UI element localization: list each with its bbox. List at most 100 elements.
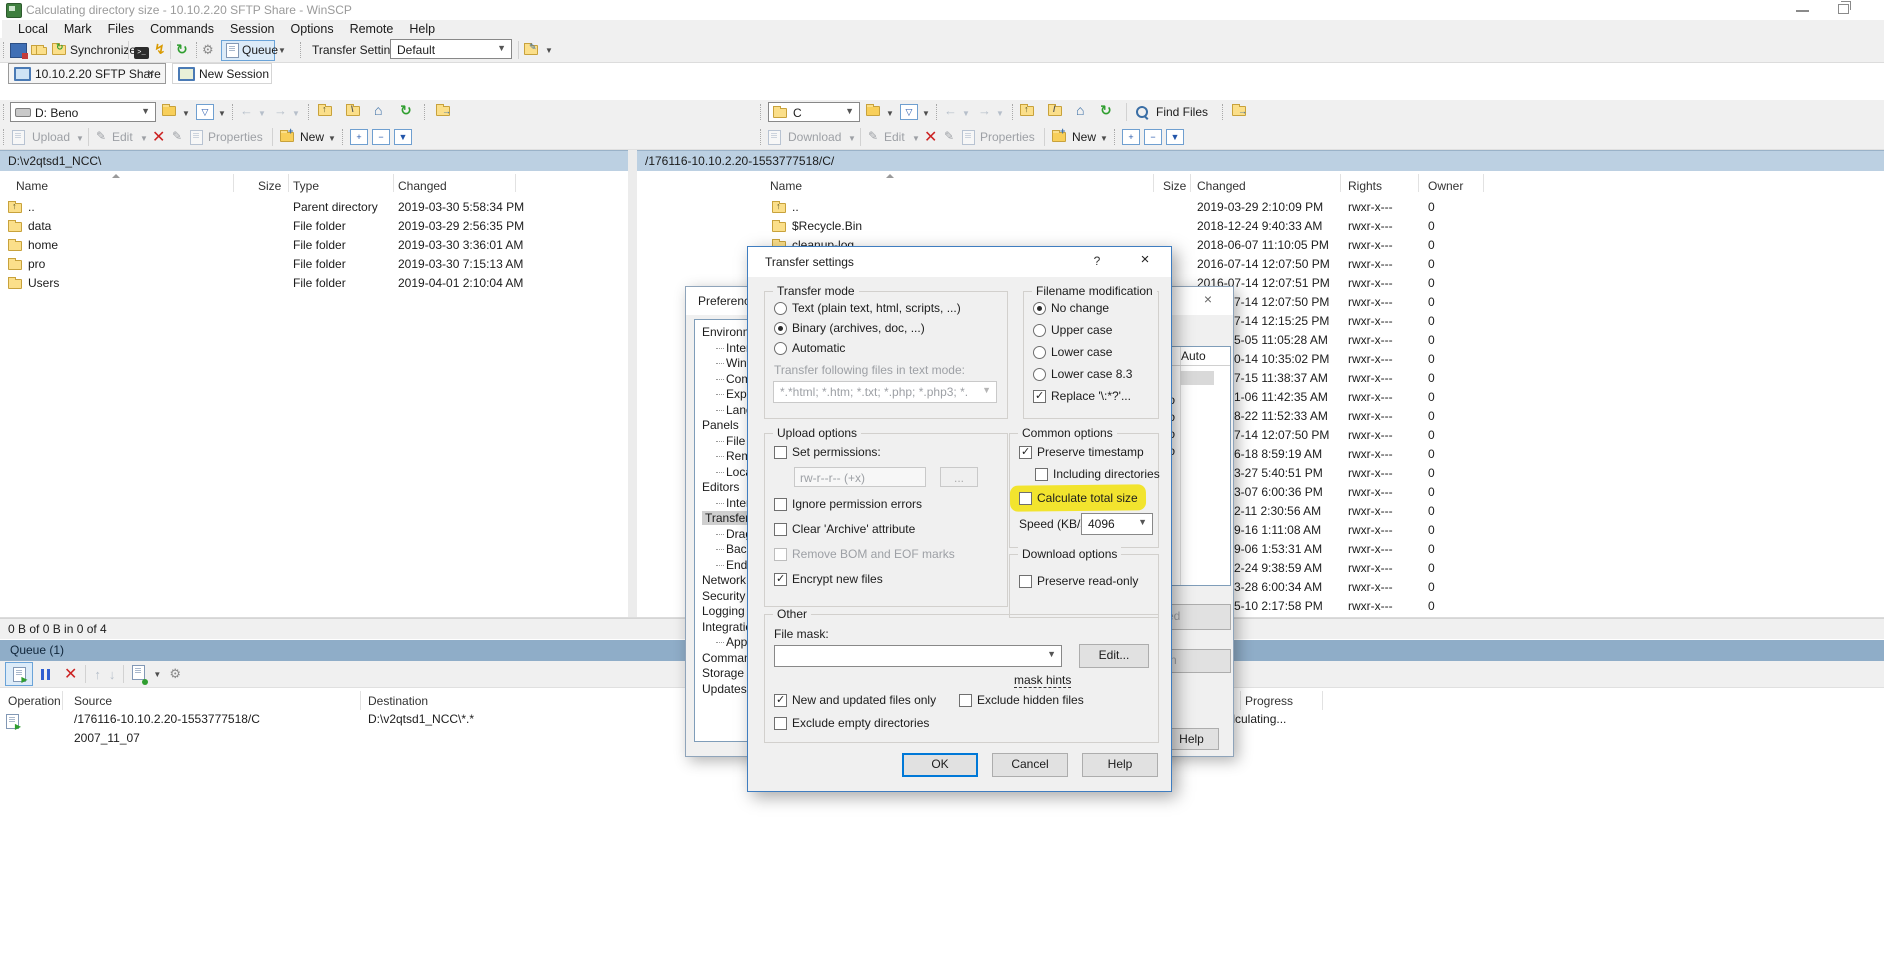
right-column-rights[interactable]: Rights [1348,179,1382,193]
preferences-tree-item-storage[interactable]: Storage [702,666,744,680]
edit-mask-button[interactable]: Edit... [1079,644,1149,668]
column-separator[interactable] [1418,174,1419,192]
table-row[interactable]: homeFile folder2019-03-30 3:36:01 AM [0,236,628,255]
queue-toggle-button[interactable]: Queue [221,40,275,61]
checkbox-preserve-timestamp[interactable]: Preserve timestamp [1019,445,1144,459]
tab-close-icon[interactable]: × [147,66,154,80]
checkbox-exclude-empty[interactable]: Exclude empty directories [774,716,929,730]
select-minus-icon[interactable]: − [372,129,390,145]
edit-button[interactable]: Edit [884,130,905,144]
queue-settings-gear-icon[interactable]: ⚙ [169,666,181,682]
filter-dropdown-icon[interactable]: ▼ [218,109,226,118]
new-button[interactable]: New [1072,130,1096,144]
column-separator[interactable] [1322,691,1323,710]
left-column-type[interactable]: Type [293,179,319,193]
queue-column-progress[interactable]: Progress [1245,694,1293,708]
checkbox-ignore-permission-errors[interactable]: Ignore permission errors [774,497,922,511]
table-row[interactable]: ..Parent directory2019-03-30 5:58:34 PM [0,198,628,217]
select-filter-icon[interactable]: ▼ [1166,129,1184,145]
toolbar-grip[interactable] [3,129,7,145]
left-column-size[interactable]: Size [258,179,281,193]
right-column-size[interactable]: Size [1163,179,1186,193]
select-minus-icon[interactable]: − [1144,129,1162,145]
toolbar-grip[interactable] [1114,129,1118,145]
preferences-tree-item-network[interactable]: Network [702,573,746,587]
menu-item-remote[interactable]: Remote [342,22,402,36]
back-dropdown-icon[interactable]: ▼ [258,109,266,118]
home-directory-icon[interactable]: ⌂ [374,102,382,118]
rename-icon[interactable]: ✎ [172,129,182,143]
edit-dropdown-icon[interactable]: ▼ [140,134,148,143]
preferences-close-icon[interactable]: × [1194,291,1222,311]
root-directory-icon[interactable]: \ [346,105,360,119]
rename-icon[interactable]: ✎ [944,129,954,143]
column-separator[interactable] [393,174,394,192]
restore-icon[interactable] [1838,4,1849,14]
download-dropdown-icon[interactable]: ▼ [848,134,856,143]
synchronize-icon[interactable]: ↻ [52,44,66,58]
radio-no-change[interactable]: No change [1033,301,1109,315]
right-path-bar[interactable]: /176116-10.10.2.20-1553777518/C/ [637,150,1884,171]
preset-selected-row[interactable] [1180,371,1214,385]
queue-cycle-icon[interactable] [132,665,145,683]
toolbar-grip[interactable] [3,104,7,120]
radio-lower-case-83[interactable]: Lower case 8.3 [1033,367,1132,381]
left-column-changed[interactable]: Changed [398,179,447,193]
left-drive-select[interactable]: D: Beno▼ [10,102,156,122]
right-column-owner[interactable]: Owner [1428,179,1463,193]
toolbar-grip[interactable] [300,42,304,58]
open-directory-dropdown-icon[interactable]: ▼ [182,109,190,118]
menu-item-files[interactable]: Files [100,22,142,36]
find-files-icon[interactable] [1136,106,1148,118]
column-separator[interactable] [1153,174,1154,192]
column-separator[interactable] [1190,174,1191,192]
copy-session-icon[interactable]: → [1232,105,1246,119]
left-column-name[interactable]: Name [16,179,48,193]
toolbar-grip[interactable] [196,42,200,58]
queue-row-source-line2[interactable]: 2007_11_07 [74,731,140,745]
command-lightning-icon[interactable]: ↯ [154,41,166,58]
select-plus-icon[interactable]: + [350,129,368,145]
open-directory-icon[interactable] [162,105,176,119]
preferences-help-button[interactable]: Help [1164,728,1219,750]
column-separator[interactable] [360,691,361,710]
checkbox-including-directories[interactable]: Including directories [1035,467,1160,481]
delete-icon[interactable]: ✕ [152,127,165,147]
filter-icon[interactable]: ▽ [196,104,214,120]
preferences-tree-item-security[interactable]: Security [702,589,745,603]
column-separator[interactable] [288,174,289,192]
edit-dropdown-icon[interactable]: ▼ [912,134,920,143]
forward-icon[interactable]: → [978,103,991,118]
gear-icon[interactable]: ⚙ [202,42,214,58]
back-icon[interactable]: ← [240,103,253,118]
preferences-tree-item-transfer[interactable]: Transfer [702,511,752,525]
properties-button[interactable]: Properties [980,130,1035,144]
properties-button[interactable]: Properties [208,130,263,144]
home-directory-icon[interactable]: ⌂ [1076,102,1084,118]
preferences-partial-control[interactable]: n [1163,649,1231,673]
refresh-panel-icon[interactable]: ↻ [400,102,412,119]
column-separator[interactable] [62,691,63,710]
toolbar-grip[interactable] [424,104,428,120]
dialog-close-icon[interactable]: × [1130,251,1160,273]
select-filter-icon[interactable]: ▼ [394,129,412,145]
upload-dropdown-icon[interactable]: ▼ [76,134,84,143]
checkbox-calculate-total-size[interactable]: Calculate total size [1019,491,1138,505]
toolbar-grip[interactable] [1012,104,1016,120]
radio-lower-case[interactable]: Lower case [1033,345,1112,359]
radio-automatic-mode[interactable]: Automatic [774,341,845,355]
copy-session-icon[interactable]: → [436,105,450,119]
help-button[interactable]: Help [1082,753,1158,777]
queue-column-operation[interactable]: Operation [8,694,61,708]
checkbox-clear-archive[interactable]: Clear 'Archive' attribute [774,522,915,536]
checkbox-set-permissions[interactable]: Set permissions: [774,445,881,459]
column-separator[interactable] [515,174,516,192]
forward-icon[interactable]: → [274,103,287,118]
column-separator[interactable] [1483,174,1484,192]
menu-item-options[interactable]: Options [282,22,341,36]
parent-directory-icon[interactable] [1020,105,1034,119]
queue-delete-icon[interactable]: ✕ [64,664,77,684]
synchronize-button[interactable]: Synchronize [70,43,136,57]
queue-column-source[interactable]: Source [74,694,112,708]
queue-move-down-icon[interactable]: ↓ [109,667,116,682]
